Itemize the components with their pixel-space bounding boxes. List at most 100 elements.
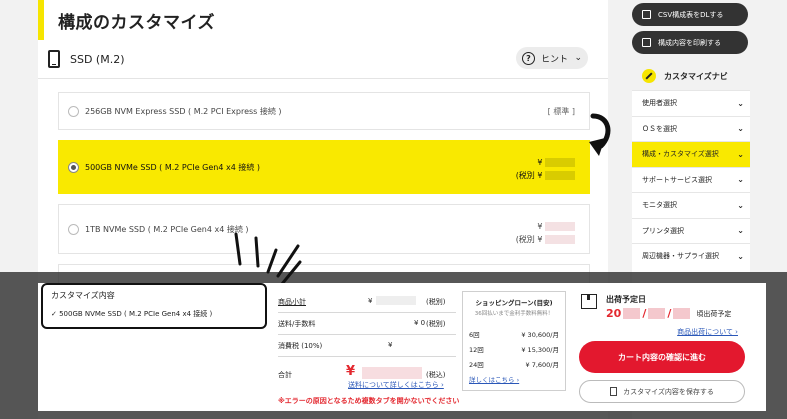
proceed-to-cart-button[interactable]: カート内容の確認に進む — [579, 341, 745, 373]
page-title: 構成のカスタマイズ — [58, 12, 215, 33]
loan-row: 6回 ¥ 30,600/月 — [469, 325, 559, 340]
price-mask — [362, 367, 422, 379]
csv-download-button[interactable]: CSV構成表をDLする — [632, 3, 748, 26]
package-icon — [581, 294, 597, 309]
navi-item-os[interactable]: ＯＳを選択 ⌄ — [632, 115, 750, 142]
shipping-panel: 出荷予定日 20 / / 頃出荷予定 商品出荷について › カート内容の確認に進… — [578, 291, 758, 411]
navi-item-support[interactable]: サポートサービス選択 ⌄ — [632, 166, 750, 193]
loan-price: ¥ 15,300/月 — [521, 346, 559, 354]
print-button[interactable]: 構成内容を印刷する — [632, 31, 748, 54]
navi-item-label: モニタ選択 — [642, 201, 677, 210]
curved-arrow-icon — [589, 113, 611, 156]
navi-item-peripherals[interactable]: 周辺機器・サプライ選択 ⌄ — [632, 243, 750, 269]
printer-icon — [642, 38, 651, 47]
loan-count: 12回 — [469, 346, 484, 354]
option-1tb[interactable]: 1TB NVMe SSD ( M.2 PCIe Gen4 x4 接続 ) ¥ (… — [58, 204, 590, 254]
radio-button-selected[interactable] — [68, 162, 79, 173]
price-yen: ¥ — [537, 222, 543, 231]
subtotal-note: (税別) — [426, 298, 446, 306]
device-icon — [48, 50, 60, 68]
wand-icon — [642, 69, 656, 83]
price-yen: ¥ — [537, 158, 543, 167]
shipping-date: 20 / / 頃出荷予定 — [606, 307, 731, 320]
download-icon — [642, 10, 651, 19]
option-label: 1TB NVMe SSD ( M.2 PCIe Gen4 x4 接続 ) — [85, 225, 249, 234]
price-tax: (税別 ¥ — [515, 171, 543, 180]
loan-row: 12回 ¥ 15,300/月 — [469, 340, 559, 355]
radio-button[interactable] — [68, 106, 79, 117]
chevron-down-icon: ⌄ — [737, 124, 744, 134]
date-separator: / — [667, 307, 672, 320]
summary-title: カスタマイズ内容 — [51, 291, 115, 300]
navi-item-printer[interactable]: プリンタ選択 ⌄ — [632, 217, 750, 244]
tax-label: 消費税 (10%) — [278, 342, 323, 350]
chevron-down-icon: ⌄ — [737, 200, 744, 210]
standard-badge: [ 標準 ] — [547, 107, 575, 116]
loan-count: 24回 — [469, 361, 484, 369]
shipping-date-label: 出荷予定日 — [606, 295, 646, 304]
total-yen: ¥ — [346, 364, 356, 379]
price-mask — [545, 222, 575, 231]
radio-button[interactable] — [68, 224, 79, 235]
date-mask — [648, 308, 666, 319]
hint-label: ヒント — [541, 54, 569, 65]
date-suffix: 頃出荷予定 — [696, 309, 732, 318]
chevron-down-icon: ⌄ — [737, 175, 744, 185]
navi-item-label: 構成・カスタマイズ選択 — [642, 150, 719, 159]
option-256gb[interactable]: 256GB NVM Express SSD ( M.2 PCI Express … — [58, 92, 590, 130]
chevron-down-icon: ⌄ — [574, 53, 582, 63]
question-icon: ? — [522, 51, 535, 65]
shopping-loan-box: ショッピングローン(目安) 36回払いまで金利手数料無料！ 6回 ¥ 30,60… — [462, 291, 566, 391]
navi-item-label: ＯＳを選択 — [642, 124, 677, 133]
total-note: (税込) — [426, 371, 446, 379]
loan-price: ¥ 7,600/月 — [525, 361, 560, 369]
hint-button[interactable]: ? ヒント ⌄ — [516, 47, 588, 69]
date-mask — [623, 308, 641, 319]
navi-item-label: 使用者選択 — [642, 99, 677, 108]
customize-summary: カスタマイズ内容 ✓ 500GB NVMe SSD ( M.2 PCIe Gen… — [41, 283, 267, 329]
loan-title: ショッピングローン(目安) — [475, 299, 553, 307]
date-prefix: 20 — [606, 307, 622, 320]
price-mask — [545, 171, 575, 180]
navi-item-config[interactable]: 構成・カスタマイズ選択 ⌄ — [632, 141, 750, 167]
page-title-bar: 構成のカスタマイズ — [38, 0, 608, 40]
total-label: 合計 — [278, 371, 292, 379]
shipping-value: ¥ 0 — [414, 319, 426, 327]
loan-count: 6回 — [469, 331, 480, 339]
price-tax: (税別 ¥ — [515, 235, 543, 244]
loan-details-link[interactable]: 詳しくはこちら › — [469, 374, 519, 384]
price-mask — [376, 296, 416, 305]
customize-page: 構成のカスタマイズ SSD (M.2) ? ヒント ⌄ 256GB NVM Ex… — [0, 0, 787, 419]
option-label: 256GB NVM Express SSD ( M.2 PCI Express … — [85, 107, 282, 116]
category-title: SSD (M.2) — [70, 52, 125, 66]
option-price: ¥ (税別 ¥ — [516, 220, 575, 246]
chevron-down-icon: ⌄ — [737, 98, 744, 108]
error-note: ※エラーの原因となるため複数タブを開かないでください — [278, 397, 460, 405]
shipping-info-link[interactable]: 送料について詳しくはこちら › — [348, 380, 444, 390]
option-500gb[interactable]: 500GB NVMe SSD ( M.2 PCIe Gen4 x4 接続 ) ¥… — [58, 140, 590, 194]
csv-label: CSV構成表をDLする — [658, 10, 724, 19]
summary-item: ✓ 500GB NVMe SSD ( M.2 PCIe Gen4 x4 接続 ) — [51, 310, 213, 318]
product-shipping-link[interactable]: 商品出荷について › — [677, 327, 738, 337]
save-label: カスタマイズ内容を保存する — [623, 387, 714, 396]
tax-row: 消費税 (10%) ¥ — [278, 335, 456, 357]
save-customization-button[interactable]: カスタマイズ内容を保存する — [579, 380, 745, 403]
navi-item-user[interactable]: 使用者選択 ⌄ — [632, 90, 750, 116]
category-header: SSD (M.2) ? ヒント ⌄ — [46, 44, 600, 74]
shipping-label: 送料/手数料 — [278, 320, 316, 328]
navi-title: カスタマイズナビ — [664, 71, 728, 81]
shipping-row: 送料/手数料 ¥ 0 (税別) — [278, 313, 456, 335]
date-mask — [673, 308, 691, 319]
subtotal-yen: ¥ — [368, 297, 373, 305]
navi-item-monitor[interactable]: モニタ選択 ⌄ — [632, 192, 750, 218]
loan-subtitle: 36回払いまで金利手数料無料！ — [474, 311, 554, 317]
divider — [38, 78, 608, 79]
chevron-down-icon: ⌄ — [737, 251, 744, 261]
document-icon — [610, 387, 618, 396]
loan-row: 24回 ¥ 7,600/月 — [469, 355, 559, 370]
navi-item-label: サポートサービス選択 — [642, 175, 712, 184]
navi-item-label: 周辺機器・サプライ選択 — [642, 252, 719, 261]
tax-yen: ¥ — [388, 341, 393, 349]
shipping-note: (税別) — [426, 320, 446, 328]
navi-item-label: プリンタ選択 — [642, 226, 684, 235]
